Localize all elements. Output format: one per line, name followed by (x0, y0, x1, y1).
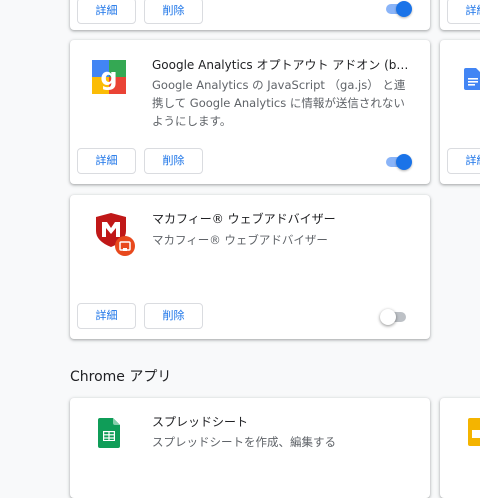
details-button[interactable]: 詳細 (77, 0, 136, 24)
app-description: スプレッドシートを作成、編集する (152, 435, 336, 449)
enable-toggle[interactable] (384, 154, 412, 170)
extension-title: マカフィー® ウェブアドバイザー (152, 212, 336, 226)
google-sheets-icon (98, 418, 120, 448)
extension-description: Google Analytics の JavaScript （ga.js） と連… (152, 78, 406, 128)
svg-text:g: g (100, 63, 117, 91)
details-button[interactable]: 詳細 (447, 148, 480, 174)
google-slides-icon (468, 418, 480, 446)
google-analytics-logo-icon: g (92, 60, 126, 94)
extension-card-top: 詳細 削除 (70, 0, 430, 30)
extension-card-right-top: 詳細 (440, 0, 480, 30)
policy-installed-badge-icon (115, 236, 135, 256)
section-heading-chrome-apps: Chrome アプリ (70, 369, 172, 385)
enable-toggle[interactable] (384, 1, 412, 17)
remove-button[interactable]: 削除 (144, 148, 203, 174)
extension-description: マカフィー® ウェブアドバイザー (152, 233, 328, 247)
extension-card-mcafee: マカフィー® ウェブアドバイザー マカフィー® ウェブアドバイザー 詳細 削除 (70, 195, 430, 339)
details-button[interactable]: 詳細 (77, 303, 136, 329)
extension-title: Google Analytics オプトアウト アドオン (by G… (152, 58, 414, 72)
details-button[interactable]: 詳細 (447, 0, 480, 24)
extension-card-right-mid: 詳細 (440, 40, 480, 184)
app-title: スプレッドシート (152, 415, 249, 429)
google-docs-icon (464, 68, 480, 90)
details-button[interactable]: 詳細 (77, 148, 136, 174)
remove-button[interactable]: 削除 (144, 303, 203, 329)
remove-button[interactable]: 削除 (144, 0, 203, 24)
app-card-right (440, 398, 480, 498)
enable-toggle[interactable] (380, 309, 408, 325)
extension-card-google-analytics: g Google Analytics オプトアウト アドオン (by G… Go… (70, 40, 430, 184)
app-card-sheets: スプレッドシート スプレッドシートを作成、編集する (70, 398, 430, 498)
